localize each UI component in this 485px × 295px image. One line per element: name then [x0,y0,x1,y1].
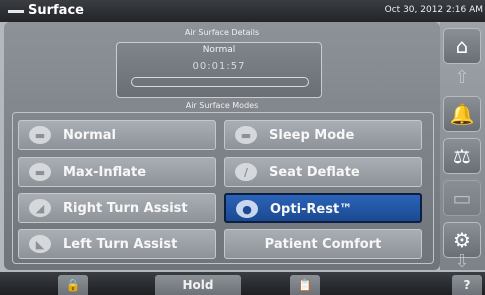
alarm-button[interactable]: 🔔 [443,96,481,132]
mode-label: Patient Comfort [264,237,382,252]
mode-button-patient-comfort[interactable]: Patient Comfort [224,229,422,259]
mode-button-max-inflate[interactable]: ▬ Max-Inflate [18,157,216,187]
lock-button[interactable]: 🔒 [58,275,88,295]
right-turn-icon: ◢ [29,199,51,217]
bell-icon: 🔔 [449,102,475,126]
scale-icon: ⚖ [453,144,471,168]
mode-button-sleep[interactable]: ▬ Sleep Mode [224,120,422,150]
deflate-icon: ∕ [235,163,257,181]
details-heading: Air Surface Details [184,28,260,37]
datetime: Oct 30, 2012 2:16 AM [384,5,483,15]
help-label: ? [463,278,471,292]
menu-dash-icon [8,10,24,13]
home-button[interactable]: ⌂ [443,28,481,64]
bed-icon: ▬ [29,126,51,144]
hold-label: Hold [182,278,214,292]
mode-label: Normal [63,128,116,143]
clipboard-icon: 📋 [297,278,313,292]
bottom-bar: 🔒 Hold 📋 ? [0,272,485,295]
mode-label: Max-Inflate [63,165,147,180]
settings-icon: ⚙ [453,228,471,252]
right-sidebar: ⌂ ⇧ 🔔 ⚖ ▭ ⚙ ⇩ [440,22,485,272]
details-box: Normal 00:01:57 [116,42,322,98]
mode-label: Right Turn Assist [63,201,188,216]
opti-rest-icon: ● [236,200,258,218]
mode-button-seat-deflate[interactable]: ∕ Seat Deflate [224,157,422,187]
top-bar: Surface Oct 30, 2012 2:16 AM [0,0,485,22]
modes-heading: Air Surface Modes [185,101,259,110]
scroll-down-arrow[interactable]: ⇩ [446,251,478,272]
mode-button-normal[interactable]: ▬ Normal [18,120,216,150]
mode-button-right-turn[interactable]: ◢ Right Turn Assist [18,193,216,223]
mode-label: Sleep Mode [269,128,355,143]
mode-button-left-turn[interactable]: ◣ Left Turn Assist [18,229,216,259]
inflate-icon: ▬ [29,163,51,181]
mode-button-opti-rest[interactable]: ● Opti-Rest™ [224,193,422,223]
left-turn-icon: ◣ [29,235,51,253]
sleep-icon: ▬ [235,126,257,144]
scroll-up-arrow[interactable]: ⇧ [446,67,478,88]
notes-button[interactable]: 📋 [290,275,320,295]
home-icon: ⌂ [455,34,469,58]
progress-bar [131,77,309,87]
lock-icon: 🔒 [65,278,81,292]
mode-label: Seat Deflate [269,165,360,180]
page-title: Surface [28,3,84,18]
hold-button[interactable]: Hold [155,275,241,295]
bed-position-button[interactable]: ▭ [443,180,481,216]
current-mode: Normal [202,45,236,55]
timer: 00:01:57 [192,61,246,72]
help-button[interactable]: ? [452,275,482,295]
bed-icon: ▭ [452,186,472,210]
scale-button[interactable]: ⚖ [443,138,481,174]
mode-label: Left Turn Assist [63,237,178,252]
main-panel: Air Surface Details Normal 00:01:57 Air … [4,22,440,270]
mode-label: Opti-Rest™ [270,202,353,217]
